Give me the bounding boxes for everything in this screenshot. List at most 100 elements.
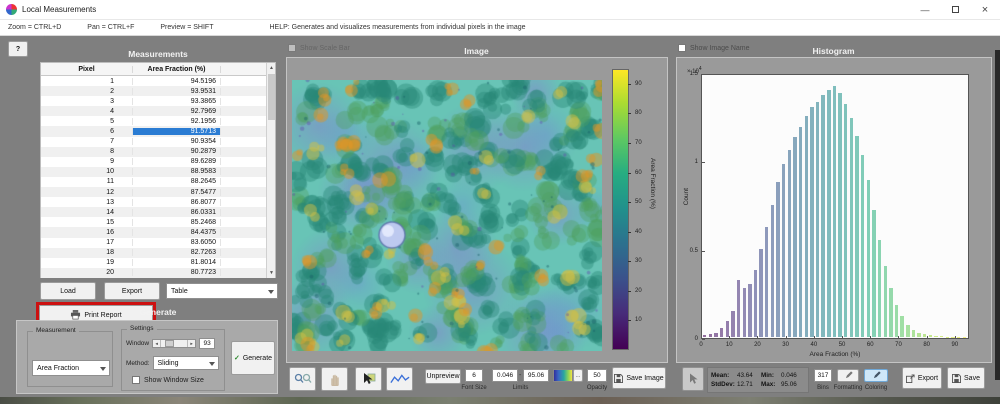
- pixel-cell[interactable]: 12: [41, 188, 133, 196]
- limit-max-field[interactable]: [523, 369, 549, 382]
- table-row[interactable]: 9 89.6289: [41, 157, 275, 167]
- show-image-name-checkbox[interactable]: [678, 44, 686, 52]
- pixel-cell[interactable]: 16: [41, 228, 133, 236]
- table-row[interactable]: 11 88.2645: [41, 177, 275, 187]
- table-row[interactable]: 12 87.5477: [41, 187, 275, 198]
- table-row[interactable]: 18 82.7263: [41, 247, 275, 258]
- pixel-cell[interactable]: 2: [41, 87, 133, 95]
- area-fraction-cell[interactable]: 84.4375: [133, 228, 221, 236]
- slider-right-arrow-icon[interactable]: ►: [187, 340, 195, 347]
- heatmap-image[interactable]: [292, 80, 602, 351]
- area-fraction-cell[interactable]: 92.1956: [133, 117, 221, 125]
- area-fraction-cell[interactable]: 91.5713: [133, 128, 221, 136]
- table-row[interactable]: 3 93.3865: [41, 96, 275, 106]
- histogram-export-button[interactable]: Export: [902, 367, 942, 389]
- table-row[interactable]: 2 93.9531: [41, 86, 275, 97]
- profile-tool-button[interactable]: [386, 367, 413, 391]
- pixel-cell[interactable]: 4: [41, 107, 133, 115]
- histogram-save-button[interactable]: Save: [947, 367, 985, 389]
- show-window-size-checkbox[interactable]: [132, 376, 140, 384]
- load-button[interactable]: Load: [40, 282, 96, 300]
- table-row[interactable]: 17 83.6050: [41, 238, 275, 248]
- close-button[interactable]: ×: [970, 0, 1000, 19]
- pixel-cell[interactable]: 15: [41, 218, 133, 226]
- area-fraction-cell[interactable]: 93.3865: [133, 97, 221, 105]
- area-fraction-cell[interactable]: 90.9354: [133, 138, 221, 146]
- window-slider[interactable]: ◄ ►: [152, 339, 197, 348]
- table-row[interactable]: 1 94.5196: [41, 76, 275, 86]
- formatting-button[interactable]: [837, 369, 859, 382]
- table-row[interactable]: 6 91.5713: [41, 126, 275, 137]
- pixel-cell[interactable]: 20: [41, 269, 133, 277]
- area-fraction-cell[interactable]: 89.6289: [133, 158, 221, 166]
- area-fraction-cell[interactable]: 88.9583: [133, 168, 221, 176]
- pan-tool-button[interactable]: [321, 367, 348, 391]
- pixel-cell[interactable]: 5: [41, 117, 133, 125]
- pixel-cell[interactable]: 17: [41, 239, 133, 247]
- slider-left-arrow-icon[interactable]: ◄: [153, 340, 162, 347]
- area-fraction-cell[interactable]: 88.2645: [133, 178, 221, 186]
- slider-thumb[interactable]: [165, 340, 175, 347]
- unpreview-button[interactable]: Unpreview: [425, 369, 461, 384]
- pixel-cell[interactable]: 9: [41, 158, 133, 166]
- pixel-cell[interactable]: 18: [41, 249, 133, 257]
- method-dropdown[interactable]: Sliding: [152, 356, 219, 370]
- colormap-swatch[interactable]: [553, 369, 573, 382]
- area-fraction-cell[interactable]: 92.7969: [133, 107, 221, 115]
- pixel-cell[interactable]: 14: [41, 208, 133, 216]
- window-size-field[interactable]: [199, 338, 216, 349]
- table-row[interactable]: 8 90.2879: [41, 146, 275, 157]
- show-scale-bar-checkbox[interactable]: [288, 44, 296, 52]
- area-fraction-cell[interactable]: 86.0331: [133, 208, 221, 216]
- area-fraction-cell[interactable]: 81.8014: [133, 259, 221, 267]
- save-image-button[interactable]: Save Image: [612, 367, 666, 389]
- coloring-button[interactable]: [864, 369, 888, 382]
- scroll-up-icon[interactable]: ▲: [267, 63, 276, 73]
- area-fraction-cell[interactable]: 90.2879: [133, 148, 221, 156]
- pixel-cell[interactable]: 11: [41, 178, 133, 186]
- export-table-button[interactable]: Export: [104, 282, 160, 300]
- pixel-cell[interactable]: 7: [41, 138, 133, 146]
- bins-field[interactable]: [814, 369, 832, 382]
- maximize-button[interactable]: [940, 0, 970, 19]
- pixel-cell[interactable]: 19: [41, 259, 133, 267]
- limit-min-field[interactable]: [492, 369, 518, 382]
- measurement-dropdown[interactable]: Area Fraction: [32, 360, 110, 376]
- area-fraction-cell[interactable]: 86.8077: [133, 198, 221, 206]
- opacity-field[interactable]: [587, 369, 607, 382]
- area-fraction-cell[interactable]: 82.7263: [133, 249, 221, 257]
- generate-button[interactable]: ✓ Generate: [231, 341, 275, 375]
- area-fraction-cell[interactable]: 83.6050: [133, 239, 221, 247]
- table-scrollbar[interactable]: ▲ ▼: [266, 63, 275, 278]
- column-header-pixel[interactable]: Pixel: [41, 65, 133, 73]
- table-row[interactable]: 16 84.4375: [41, 227, 275, 238]
- column-header-area-fraction[interactable]: Area Fraction (%): [133, 65, 221, 73]
- table-row[interactable]: 7 90.9354: [41, 137, 275, 147]
- scroll-down-icon[interactable]: ▼: [267, 268, 276, 278]
- pixel-cell[interactable]: 3: [41, 97, 133, 105]
- table-row[interactable]: 14 86.0331: [41, 207, 275, 218]
- table-row[interactable]: 4 92.7969: [41, 106, 275, 117]
- data-cursor-button[interactable]: [682, 367, 704, 391]
- table-row[interactable]: 19 81.8014: [41, 258, 275, 268]
- area-fraction-cell[interactable]: 85.2468: [133, 218, 221, 226]
- help-button[interactable]: ?: [8, 41, 28, 57]
- pixel-cell[interactable]: 1: [41, 77, 133, 85]
- area-fraction-cell[interactable]: 94.5196: [133, 77, 221, 85]
- pixel-cell[interactable]: 13: [41, 198, 133, 206]
- colormap-more-button[interactable]: ...: [573, 369, 583, 382]
- table-row[interactable]: 15 85.2468: [41, 217, 275, 227]
- table-row[interactable]: 10 88.9583: [41, 166, 275, 177]
- table-row[interactable]: 13 86.8077: [41, 197, 275, 207]
- minimize-button[interactable]: —: [910, 0, 940, 19]
- zoom-tool-button[interactable]: [289, 367, 316, 391]
- area-fraction-cell[interactable]: 87.5477: [133, 188, 221, 196]
- area-fraction-cell[interactable]: 93.9531: [133, 87, 221, 95]
- table-row[interactable]: 5 92.1956: [41, 116, 275, 126]
- pixel-cell[interactable]: 6: [41, 128, 133, 136]
- export-format-dropdown[interactable]: Table: [166, 283, 278, 299]
- pixel-cell[interactable]: 10: [41, 168, 133, 176]
- area-fraction-cell[interactable]: 80.7723: [133, 269, 221, 277]
- pixel-picker-button[interactable]: [355, 367, 382, 391]
- font-size-field[interactable]: [465, 369, 483, 382]
